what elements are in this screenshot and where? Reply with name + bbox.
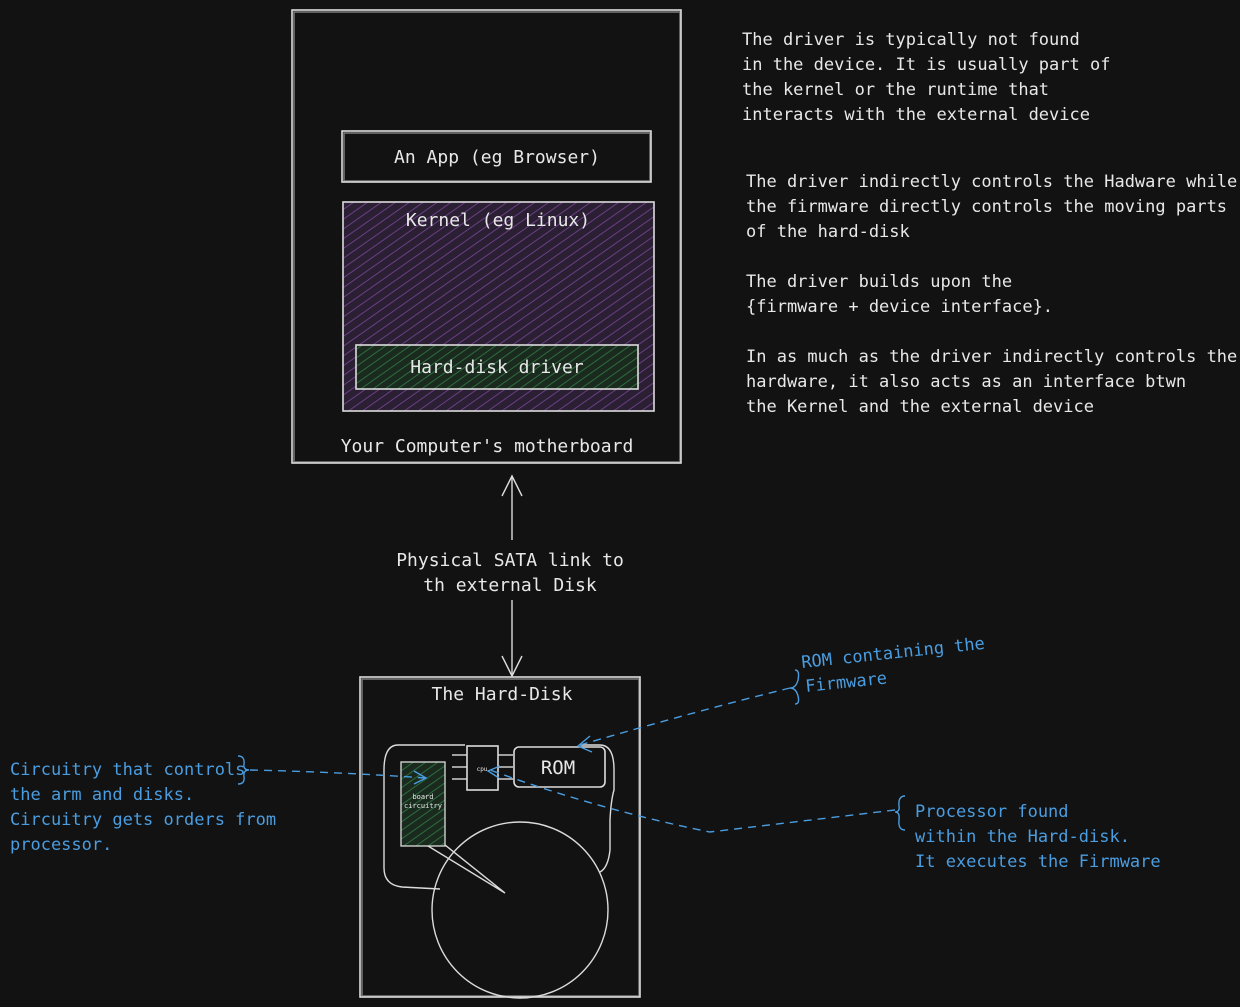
- harddisk-title: The Hard-Disk: [432, 684, 573, 705]
- note2-line1: The driver indirectly controls the Hadwa…: [746, 172, 1237, 192]
- kernel-label: Kernel (eg Linux): [406, 210, 590, 231]
- app-label: An App (eg Browser): [394, 147, 600, 168]
- note1-line1: The driver is typically not found: [742, 30, 1080, 50]
- processor-annotation-line2: within the Hard-disk.: [915, 827, 1130, 847]
- note3-line1: The driver builds upon the: [746, 272, 1012, 292]
- link-label-line2: th external Disk: [423, 575, 597, 596]
- rom-annotation-line2: Firmware: [804, 669, 888, 697]
- note2-line2: the firmware directly controls the movin…: [746, 197, 1227, 217]
- note4-line1: In as much as the driver indirectly cont…: [746, 347, 1237, 367]
- board-circuitry: board circuitry: [400, 761, 446, 847]
- note1-line2: in the device. It is usually part of: [742, 55, 1110, 75]
- circuitry-annotation-line2: the arm and disks.: [10, 785, 194, 805]
- motherboard-caption: Your Computer's motherboard: [341, 436, 634, 457]
- circuitry-annotation-line3: Circuitry gets orders from: [10, 810, 276, 830]
- processor-annotation: Processor found within the Hard-disk. It…: [915, 802, 1161, 872]
- circuitry-annotation-line1: Circuitry that controls: [10, 760, 245, 780]
- diagram-canvas: An App (eg Browser) Kernel (eg Linux) Ha…: [10, 9, 1237, 999]
- note1-line3: the kernel or the runtime that: [742, 80, 1049, 100]
- processor-annotation-line1: Processor found: [915, 802, 1069, 822]
- rom-label: ROM: [541, 757, 575, 779]
- note3-line2: {firmware + device interface}.: [746, 297, 1053, 317]
- rom-annotation: ROM containing the Firmware: [800, 634, 985, 697]
- rom-annotation-arrow: [576, 669, 800, 753]
- note-driver-vs-firmware: The driver indirectly controls the Hadwa…: [746, 172, 1237, 242]
- processor-annotation-line3: It executes the Firmware: [915, 852, 1161, 872]
- board-label-2: circuitry: [404, 802, 442, 810]
- circuitry-annotation-arrow: [237, 755, 428, 785]
- disk-platter: [431, 821, 609, 999]
- note2-line3: of the hard-disk: [746, 222, 910, 242]
- cpu-label: cpu: [477, 766, 488, 773]
- note-driver-location: The driver is typically not found in the…: [742, 30, 1110, 125]
- circuitry-annotation: Circuitry that controls the arm and disk…: [10, 760, 276, 855]
- note4-line3: the Kernel and the external device: [746, 397, 1094, 417]
- note-driver-builds-upon: The driver builds upon the {firmware + d…: [746, 272, 1053, 317]
- board-label-1: board: [412, 793, 433, 801]
- driver-label: Hard-disk driver: [410, 357, 584, 378]
- note4-line2: hardware, it also acts as an interface b…: [746, 372, 1186, 392]
- driver-box: Hard-disk driver: [355, 344, 639, 390]
- rom-chip: ROM: [513, 746, 606, 788]
- note1-line4: interacts with the external device: [742, 105, 1090, 125]
- link-label-line1: Physical SATA link to: [396, 550, 624, 571]
- rom-annotation-line1: ROM containing the: [800, 634, 985, 673]
- cpu-chip: cpu: [452, 745, 513, 791]
- note-driver-interface: In as much as the driver indirectly cont…: [746, 347, 1237, 417]
- circuitry-annotation-line4: processor.: [10, 835, 112, 855]
- app-box: An App (eg Browser): [341, 130, 652, 183]
